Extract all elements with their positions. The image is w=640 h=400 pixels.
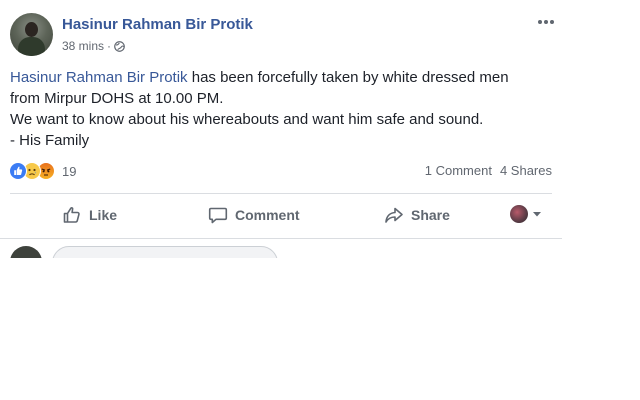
post-line-1: Hasinur Rahman Bir Protik has been force… — [10, 67, 550, 88]
post-body-text: Hasinur Rahman Bir Protik has been force… — [10, 67, 550, 151]
ellipsis-icon[interactable] — [536, 12, 556, 32]
mention-link[interactable]: Hasinur Rahman Bir Protik — [10, 69, 188, 86]
reactions-count: 19 — [62, 163, 77, 179]
meta-separator: · — [107, 39, 112, 53]
author-avatar[interactable] — [10, 13, 53, 56]
caret-down-icon — [533, 212, 541, 217]
actions-top-divider — [10, 193, 552, 194]
post-line-2: from Mirpur DOHS at 10.00 PM. — [10, 90, 224, 107]
reactions-summary[interactable]: 19 — [9, 161, 76, 181]
comment-button[interactable]: Comment — [208, 197, 300, 233]
globe-icon[interactable] — [114, 40, 125, 52]
post-meta: 38 mins · — [62, 39, 125, 53]
commenter-avatar — [10, 246, 42, 258]
share-arrow-icon — [385, 207, 403, 223]
like-button-label: Like — [89, 207, 118, 223]
shares-count-link[interactable]: 4 Shares — [500, 163, 552, 178]
actions-bottom-divider — [0, 238, 562, 239]
author-name-link[interactable]: Hasinur Rahman Bir Protik — [62, 16, 253, 33]
thumbs-up-icon — [63, 207, 80, 223]
post-as-selector[interactable] — [510, 205, 542, 223]
avatar-body-shape — [18, 37, 45, 56]
share-button-label: Share — [411, 207, 450, 223]
share-button[interactable]: Share — [384, 197, 450, 233]
like-button[interactable]: Like — [62, 197, 117, 233]
post-line-1-rest: has been forcefully taken by white dress… — [187, 69, 509, 86]
user-avatar — [510, 205, 528, 223]
post-line-4: - His Family — [10, 132, 90, 149]
avatar-head-shape — [25, 22, 38, 37]
comments-count-link[interactable]: 1 Comment — [425, 163, 492, 178]
post-line-3: We want to know about his whereabouts an… — [10, 111, 484, 128]
post-timestamp[interactable]: 38 mins — [62, 39, 104, 53]
comment-button-label: Comment — [235, 207, 300, 223]
facebook-post: Hasinur Rahman Bir Protik 38 mins · Hasi… — [0, 0, 562, 258]
speech-bubble-icon — [208, 207, 228, 224]
post-actions-bar: Like Comment Share — [10, 197, 552, 233]
engagement-counts: 1 Comment 4 Shares — [425, 163, 552, 178]
comment-input[interactable] — [52, 246, 278, 258]
comment-composer — [10, 246, 280, 258]
like-reaction-icon — [9, 162, 27, 180]
